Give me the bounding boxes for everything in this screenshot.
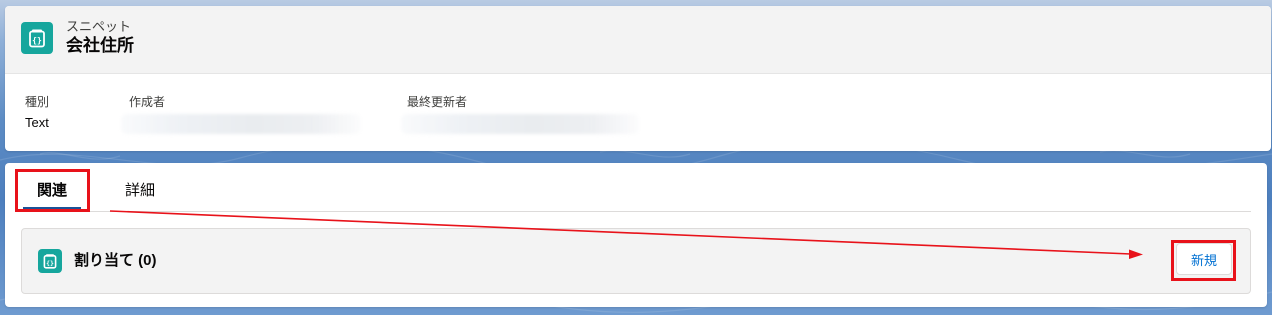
tab-active-indicator (23, 207, 81, 210)
related-list-assignments: {} 割り当て (0) 新規 (21, 228, 1251, 294)
field-type-label: 種別 (25, 95, 50, 109)
snippet-icon: {} (21, 22, 53, 54)
tab-bar: 関連 詳細 (17, 163, 1251, 212)
field-created-by-label: 作成者 (129, 95, 166, 109)
field-type: 種別 Text (25, 94, 49, 132)
svg-text:{}: {} (46, 259, 54, 267)
object-type-label: スニペット (66, 19, 132, 34)
tabs-panel: 関連 詳細 {} 割り当て (0) 新規 (5, 163, 1267, 307)
field-created-by: 作成者 (121, 94, 361, 134)
record-header: {} スニペット 会社住所 種別 Text 作成者 最終更新者 (5, 6, 1271, 151)
snippet-icon: {} (38, 249, 62, 273)
tab-related[interactable]: 関連 (37, 179, 67, 200)
tab-details[interactable]: 詳細 (125, 179, 155, 200)
field-last-modified-by-value-redacted[interactable] (401, 114, 639, 134)
field-created-by-value-redacted[interactable] (121, 114, 361, 134)
related-list-title[interactable]: 割り当て (0) (74, 252, 157, 270)
field-last-modified-by-label: 最終更新者 (407, 95, 468, 109)
new-button[interactable]: 新規 (1176, 243, 1232, 275)
record-title: 会社住所 (66, 36, 134, 55)
field-type-value: Text (25, 115, 49, 130)
svg-text:{}: {} (32, 36, 42, 45)
field-last-modified-by: 最終更新者 (401, 94, 639, 134)
record-header-title-bar: {} スニペット 会社住所 (5, 6, 1271, 74)
